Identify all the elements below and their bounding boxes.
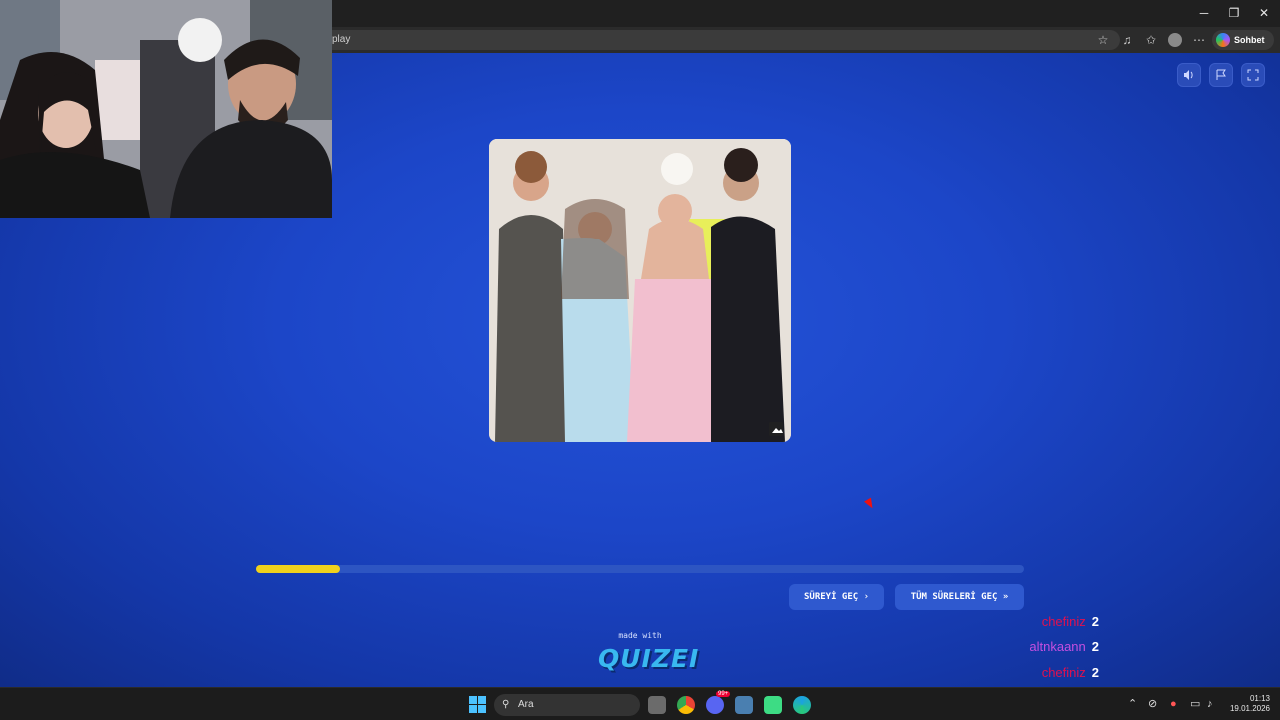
skip-all-times-button[interactable]: TÜM SÜRELERİ GEÇ »: [895, 584, 1024, 610]
timer-progress-bar: [256, 565, 1024, 573]
webcam-overlay: [0, 0, 332, 218]
favorites-icon[interactable]: ✩: [1142, 31, 1160, 49]
android-icon[interactable]: [764, 696, 782, 714]
sound-icon[interactable]: [1177, 63, 1201, 87]
microphone-icon[interactable]: ●: [1170, 698, 1177, 710]
chat-score-row: altnkaann 2: [899, 639, 1099, 655]
search-placeholder: Ara: [518, 699, 534, 710]
quizei-logo[interactable]: QUIZEI: [598, 643, 698, 675]
timer-progress-fill: [256, 565, 341, 573]
edge-icon[interactable]: [793, 696, 811, 714]
chat-username: chefiniz: [1041, 614, 1086, 629]
chat-username: altnkaann: [1029, 639, 1086, 654]
skip-time-button[interactable]: SÜREYİ GEÇ ›: [789, 584, 884, 610]
discord-icon[interactable]: 99+: [706, 691, 731, 714]
chat-score-row: chefiniz 2: [899, 665, 1099, 681]
copilot-chat-button[interactable]: Sohbet et: [1212, 30, 1274, 65]
profile-icon[interactable]: [1166, 31, 1184, 49]
network-off-icon[interactable]: ⊘: [1148, 698, 1157, 710]
made-with-label: made with: [618, 631, 662, 640]
system-clock[interactable]: 01:13 19.01.2026: [1222, 694, 1270, 714]
close-icon[interactable]: ✕: [1249, 4, 1279, 22]
display-icon[interactable]: ▭: [1190, 698, 1200, 710]
chat-score: 2: [1091, 639, 1099, 654]
more-icon[interactable]: ⋯: [1190, 31, 1208, 49]
minimize-icon[interactable]: ─: [1189, 4, 1219, 22]
chrome-icon[interactable]: [677, 696, 695, 714]
question-photo: [489, 139, 791, 442]
mouse-cursor: [864, 497, 876, 511]
extensions-icon[interactable]: ♫: [1118, 31, 1136, 49]
taskbar: ⚲ Ara 99+ ⌃ ⊘ ● ▭ ♪ 01:13 19.01.2026: [0, 687, 1280, 720]
app-icon[interactable]: [735, 696, 753, 714]
volume-icon[interactable]: ♪: [1207, 698, 1213, 710]
flag-icon[interactable]: [1209, 63, 1233, 87]
discord-badge: 99+: [716, 691, 731, 697]
tray-overflow-icon[interactable]: ⌃: [1128, 698, 1137, 710]
copilot-icon: [1216, 33, 1230, 47]
chat-username: chefiniz: [1041, 665, 1086, 680]
taskbar-search[interactable]: ⚲ Ara: [494, 694, 640, 716]
windows-start-icon[interactable]: [469, 696, 486, 713]
task-view-icon[interactable]: [648, 696, 666, 714]
chat-score: 2: [1091, 665, 1099, 680]
clock-time: 01:13: [1249, 694, 1270, 703]
chat-score-row: chefiniz 2: [899, 614, 1099, 630]
chat-score: 2: [1091, 614, 1099, 629]
search-icon: ⚲: [502, 699, 510, 710]
star-icon[interactable]: ☆: [1094, 31, 1112, 49]
restore-icon[interactable]: ❐: [1219, 4, 1249, 22]
fullscreen-icon[interactable]: [1241, 63, 1265, 87]
url-text: play: [332, 34, 351, 45]
clock-date: 19.01.2026: [1229, 704, 1270, 713]
address-bar[interactable]: play: [300, 30, 1120, 50]
